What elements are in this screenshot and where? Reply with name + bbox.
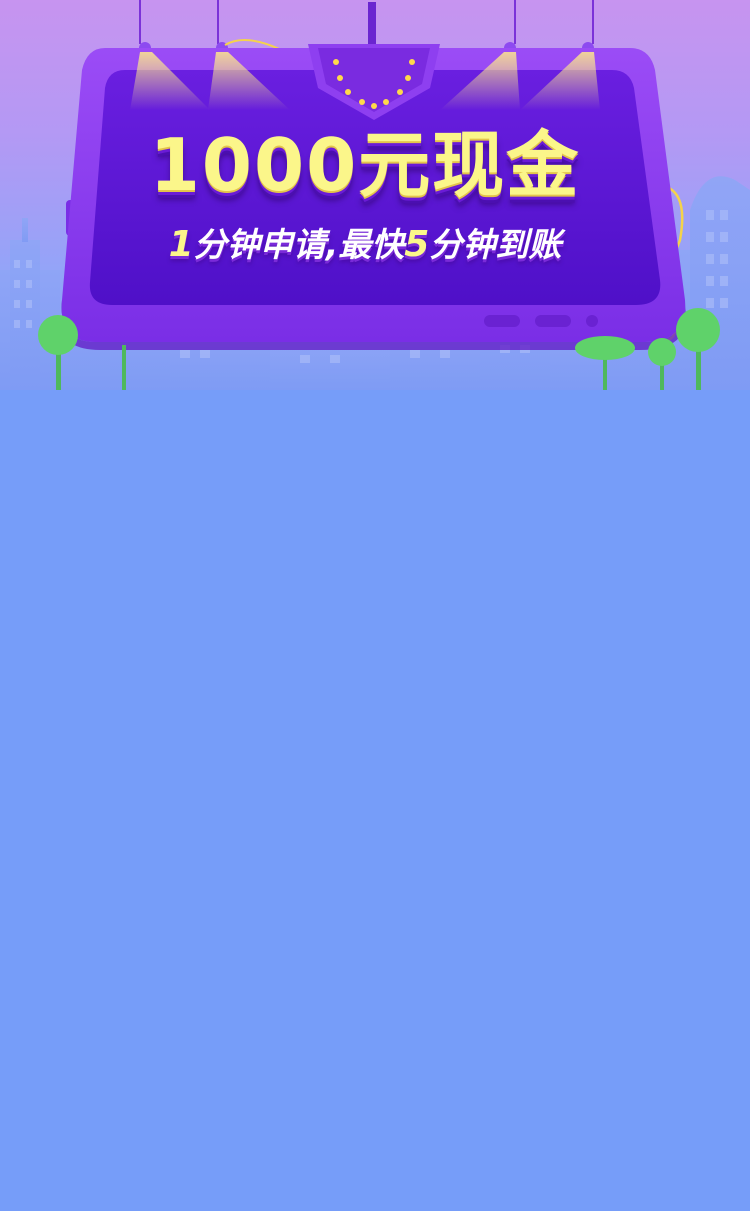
subline-number-1: 1 — [168, 224, 194, 265]
center-post — [368, 2, 376, 46]
subline-text-1: 分钟申请,最快 — [193, 225, 405, 264]
banner-headline: 1000元现金 — [149, 123, 581, 207]
hanging-wires — [139, 0, 594, 44]
banner-subline: 1分钟申请,最快5分钟到账 — [90, 220, 640, 270]
hero-banner: 1000元现金 1分钟申请,最快5分钟到账 — [0, 0, 750, 390]
content-area — [0, 390, 750, 1211]
device-indicator-2 — [535, 315, 571, 327]
subline-text-2: 分钟到账 — [429, 225, 562, 264]
subline-number-2: 5 — [404, 224, 430, 265]
device-indicator-dot — [586, 315, 598, 327]
device-indicator-1 — [484, 315, 520, 327]
